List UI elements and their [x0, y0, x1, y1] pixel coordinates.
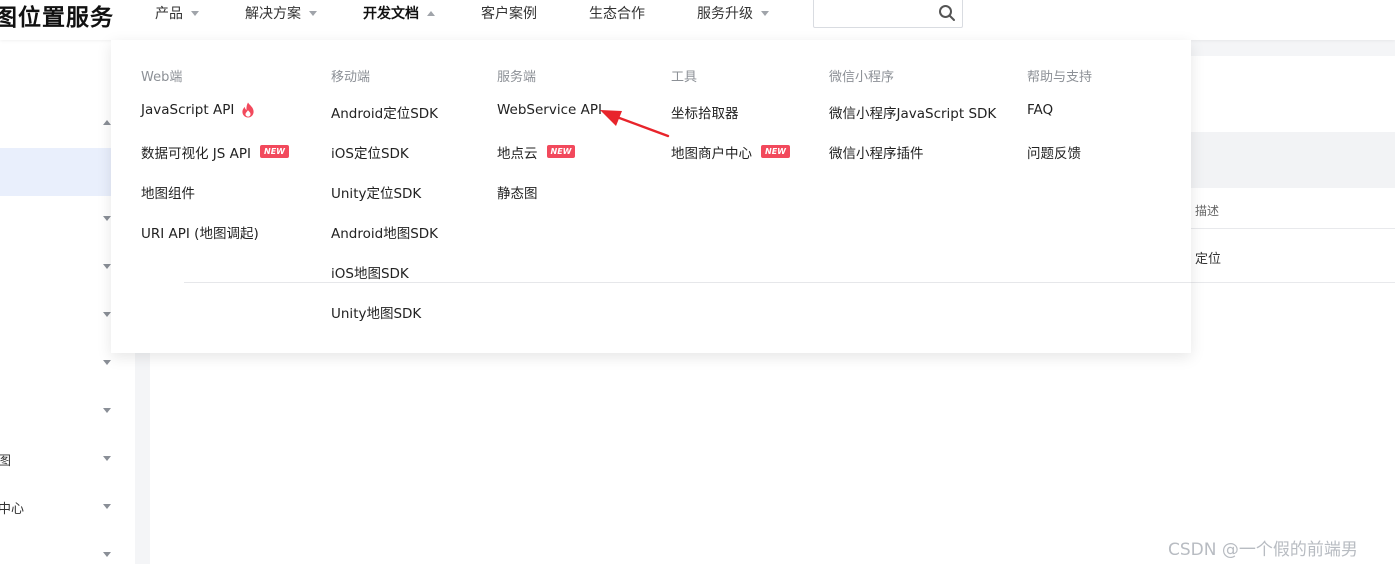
chevron-down-icon — [103, 360, 111, 365]
menu-column-heading: 服务端 — [497, 70, 537, 85]
menu-item-label: 微信小程序插件 — [829, 146, 924, 162]
chevron-down-icon — [191, 10, 199, 16]
menu-item-label: Android地图SDK — [331, 226, 439, 242]
menu-item-unity-map-sdk[interactable]: Unity地图SDK — [331, 302, 438, 342]
nav-item-cases[interactable]: 客户案例 — [481, 4, 537, 22]
nav-item-label: 产品 — [155, 6, 183, 22]
sidebar-item[interactable] — [0, 532, 135, 564]
sidebar-item-label: 图 — [0, 454, 12, 469]
nav-item-label: 生态合作 — [589, 6, 645, 22]
sidebar-item[interactable]: 图 — [0, 436, 135, 484]
menu-item-faq[interactable]: FAQ — [1027, 102, 1092, 142]
chevron-down-icon — [309, 10, 317, 16]
menu-column-heading: 微信小程序 — [829, 70, 895, 85]
menu-item-miniprogram-plugin[interactable]: 微信小程序插件 — [829, 142, 996, 182]
table-cell-description: 定位 — [1195, 252, 1222, 267]
menu-column-help: 帮助与支持 FAQ 问题反馈 — [1027, 66, 1092, 182]
menu-item-map-component[interactable]: 地图组件 — [141, 182, 289, 222]
chevron-up-icon — [427, 10, 435, 16]
chevron-down-icon — [103, 264, 111, 269]
menu-item-label: Unity定位SDK — [331, 186, 422, 202]
nav-item-label: 服务升级 — [697, 6, 753, 22]
menu-item-label: iOS地图SDK — [331, 266, 409, 282]
menu-item-label: JavaScript API — [141, 102, 235, 118]
chevron-down-icon — [103, 552, 111, 557]
menu-item-label: 坐标拾取器 — [671, 106, 739, 122]
nav-item-label: 客户案例 — [481, 6, 537, 22]
menu-item-label: URI API (地图调起) — [141, 226, 259, 242]
sidebar-item[interactable]: 中心 — [0, 484, 135, 532]
menu-item-android-map-sdk[interactable]: Android地图SDK — [331, 222, 438, 262]
menu-item-place-cloud[interactable]: 地点云 NEW — [497, 142, 602, 182]
menu-item-uri-api[interactable]: URI API (地图调起) — [141, 222, 289, 262]
nav-item-ecosystem[interactable]: 生态合作 — [589, 4, 645, 22]
nav-item-dev-docs[interactable]: 开发文档 — [363, 4, 435, 22]
menu-item-label: WebService API — [497, 102, 602, 118]
search-input[interactable] — [813, 0, 963, 28]
sidebar-item[interactable] — [0, 388, 135, 436]
menu-item-label: 微信小程序JavaScript SDK — [829, 106, 997, 122]
menu-column-server: 服务端 WebService API 地点云 NEW 静态图 — [497, 66, 602, 222]
menu-item-label: 问题反馈 — [1027, 146, 1081, 162]
menu-item-coordinate-picker[interactable]: 坐标拾取器 — [671, 102, 790, 142]
watermark: CSDN @一个假的前端男 — [1168, 540, 1358, 560]
new-badge: NEW — [761, 145, 790, 158]
menu-column-heading: 帮助与支持 — [1027, 70, 1093, 85]
menu-item-javascript-api[interactable]: JavaScript API — [141, 102, 289, 142]
menu-item-label: 静态图 — [497, 186, 538, 202]
menu-item-feedback[interactable]: 问题反馈 — [1027, 142, 1092, 182]
divider — [184, 282, 1191, 283]
menu-item-label: FAQ — [1027, 102, 1054, 118]
menu-item-label: iOS定位SDK — [331, 146, 409, 162]
chevron-down-icon — [103, 312, 111, 317]
fire-icon — [242, 102, 254, 118]
menu-item-dataviz-js-api[interactable]: 数据可视化 JS API NEW — [141, 142, 289, 182]
menu-column-heading: 移动端 — [331, 70, 371, 85]
top-navigation-bar: 图位置服务 产品 解决方案 开发文档 客户案例 生态合作 服务升级 — [0, 0, 1395, 40]
dev-docs-dropdown-menu: Web端 JavaScript API 数据可视化 JS API NEW 地图组… — [111, 40, 1191, 353]
nav-item-label: 解决方案 — [245, 6, 301, 22]
chevron-down-icon — [761, 10, 769, 16]
chevron-down-icon — [103, 456, 111, 461]
menu-column-wechat-miniprogram: 微信小程序 微信小程序JavaScript SDK 微信小程序插件 — [829, 66, 996, 182]
menu-item-label: Android定位SDK — [331, 106, 439, 122]
chevron-down-icon — [103, 504, 111, 509]
nav-item-label: 开发文档 — [363, 6, 419, 22]
sidebar-item-label: 中心 — [0, 502, 25, 517]
search-icon[interactable] — [938, 4, 956, 22]
menu-item-label: 地图商户中心 — [671, 146, 752, 162]
menu-item-ios-location-sdk[interactable]: iOS定位SDK — [331, 142, 438, 182]
chevron-down-icon — [103, 216, 111, 221]
table-header-description: 描述 — [1195, 204, 1220, 218]
chevron-down-icon — [103, 408, 111, 413]
menu-item-static-map[interactable]: 静态图 — [497, 182, 602, 222]
menu-item-webservice-api[interactable]: WebService API — [497, 102, 602, 142]
menu-item-merchant-center[interactable]: 地图商户中心 NEW — [671, 142, 790, 182]
menu-item-label: 数据可视化 JS API — [141, 146, 251, 162]
menu-item-label: Unity地图SDK — [331, 306, 422, 322]
menu-item-label: 地图组件 — [141, 186, 195, 202]
nav-item-products[interactable]: 产品 — [155, 4, 199, 22]
nav-item-solutions[interactable]: 解决方案 — [245, 4, 317, 22]
new-badge: NEW — [546, 145, 576, 158]
menu-item-miniprogram-js-sdk[interactable]: 微信小程序JavaScript SDK — [829, 102, 996, 142]
annotation-arrow-icon — [600, 110, 670, 138]
nav-item-service-upgrade[interactable]: 服务升级 — [697, 4, 769, 22]
menu-item-android-location-sdk[interactable]: Android定位SDK — [331, 102, 438, 142]
menu-item-label: 地点云 — [497, 146, 538, 162]
menu-column-mobile: 移动端 Android定位SDK iOS定位SDK Unity定位SDK And… — [331, 66, 438, 342]
menu-column-web: Web端 JavaScript API 数据可视化 JS API NEW 地图组… — [141, 66, 289, 262]
chevron-up-icon — [103, 120, 111, 125]
site-logo[interactable]: 图位置服务 — [0, 0, 114, 32]
menu-column-tools: 工具 坐标拾取器 地图商户中心 NEW — [671, 66, 790, 182]
menu-item-unity-location-sdk[interactable]: Unity定位SDK — [331, 182, 438, 222]
menu-column-heading: 工具 — [671, 70, 698, 85]
new-badge: NEW — [260, 145, 289, 158]
menu-column-heading: Web端 — [141, 70, 183, 85]
